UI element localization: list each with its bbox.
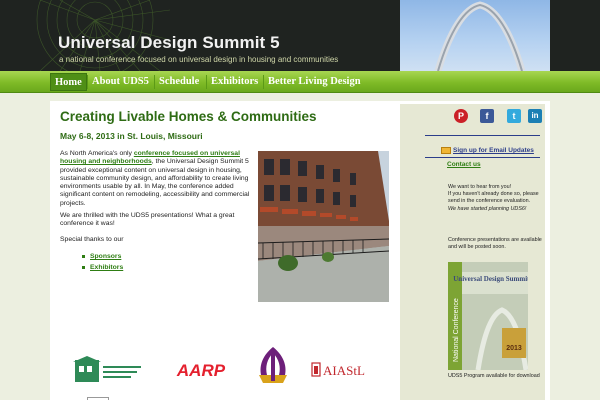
universal-design-logo[interactable] [73,356,143,388]
brochure-caption: UDS5 Program available for download [448,373,540,379]
slu-logo[interactable] [253,345,293,400]
thanks-list: Sponsors Exhibitors [82,251,123,273]
list-item: Exhibitors [82,262,123,273]
presentations-note: Conference presentations are available a… [448,237,542,251]
aarp-logo-text: AARP [176,361,226,380]
feedback-line: We want to hear from you! [448,184,512,190]
nav-better-living-design[interactable]: Better Living Design [264,73,365,91]
brochure-year: 2013 [506,345,522,352]
nav-schedule[interactable]: Schedule [155,73,203,91]
exhibitors-link[interactable]: Exhibitors [90,264,123,271]
brochure-side-label: National Conference [453,298,460,362]
intro-text-start: As North America's only [60,150,134,157]
feedback-text: We want to hear from you! If you haven't… [448,184,543,213]
aia-logo-text: AIAStL [323,363,365,378]
email-signup-link[interactable]: Sign up for Email Updates [453,147,534,155]
sidebar-divider [425,135,540,136]
facebook-icon[interactable]: f [480,109,494,123]
event-date: May 6-8, 2013 in St. Louis, Missouri [60,131,203,141]
brochure-title: Universal Design Summit 5 [453,275,528,283]
gateway-arch-photo [400,0,550,71]
program-brochure-image[interactable]: Universal Design Summit 5 2013 National … [448,262,528,370]
feedback-line: If you haven't already done so, please s… [448,191,539,205]
list-item: Sponsors [82,251,123,262]
twitter-icon[interactable]: t [507,109,521,123]
nav-exhibitors[interactable]: Exhibitors [207,73,262,91]
contact-us-link[interactable]: Contact us [447,161,481,169]
aarp-logo[interactable]: AARP [167,358,235,382]
building-photo [258,151,389,302]
presentations-paragraph: We are thrilled with the UDS5 presentati… [60,212,235,228]
nav-about-uds5[interactable]: About UDS5 [88,73,153,91]
page-title: Creating Livable Homes & Communities [60,109,317,124]
pinterest-icon[interactable]: P [454,109,468,123]
planning-note: We have started planning UDS6! [448,205,527,212]
envelope-icon [441,147,451,154]
site-title[interactable]: Universal Design Summit 5 [58,33,280,53]
aia-stl-logo[interactable]: AIAStL [310,358,380,382]
intro-paragraph: As North America's only conference focus… [60,150,255,208]
site-header: Universal Design Summit 5 a national con… [0,0,600,71]
nav-home[interactable]: Home [50,73,87,91]
sidebar-divider [425,157,540,158]
main-nav: Home About UDS5 Schedule Exhibitors Bett… [0,71,600,93]
thanks-paragraph: Special thanks to our [60,236,124,243]
intro-text-end: , the Universal Design Summit 5 provided… [60,158,250,207]
site-tagline: a national conference focused on univers… [59,55,339,64]
sponsors-link[interactable]: Sponsors [90,253,121,260]
linkedin-icon[interactable]: in [528,109,542,123]
